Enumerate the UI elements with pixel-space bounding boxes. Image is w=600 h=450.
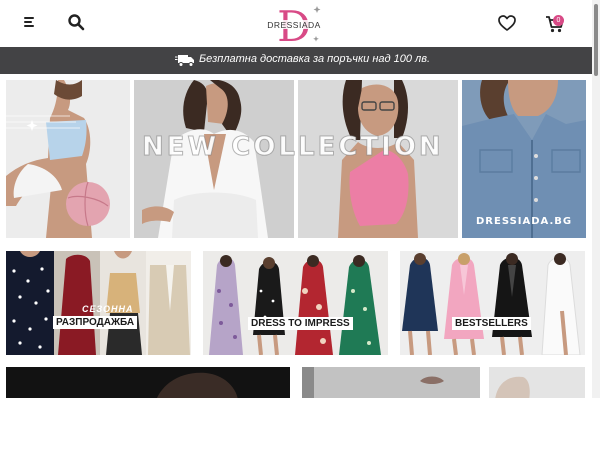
- bestsellers-banner-image: [400, 251, 585, 355]
- free-shipping-bar: Безплатна доставка за поръчки над 100 лв…: [0, 47, 592, 74]
- cart-count-badge: 0: [553, 15, 564, 26]
- sale-label: РАЗПРОДАЖБА: [53, 316, 138, 329]
- logo-text: DRESSIADA: [267, 20, 321, 30]
- bestsellers-label: BESTSELLERS: [452, 317, 531, 330]
- dress-to-impress-banner-image: [203, 251, 388, 355]
- hero-photo-4: [462, 80, 586, 238]
- category-tile-2[interactable]: [302, 367, 480, 400]
- search-icon[interactable]: [67, 13, 85, 31]
- hero-photo-1: [6, 80, 130, 238]
- site-header: D DRESSIADA 0: [0, 0, 592, 51]
- dress-to-impress-label: DRESS TO IMPRESS: [248, 317, 353, 330]
- logo-mark: D DRESSIADA: [267, 2, 321, 51]
- promo-banner-sale[interactable]: СЕЗОННА РАЗПРОДАЖБА: [6, 251, 191, 355]
- hero-site-name: DRESSIADA.BG: [476, 216, 573, 227]
- blank-area: [0, 398, 600, 450]
- sale-banner-image: [6, 251, 191, 355]
- sale-subtitle: СЕЗОННА: [82, 304, 134, 314]
- delivery-truck-icon: [175, 55, 194, 67]
- hero-title: NEW COLLECTION: [142, 132, 444, 163]
- scrollbar-thumb[interactable]: [594, 4, 598, 76]
- promo-banner-bestsellers[interactable]: BESTSELLERS: [400, 251, 585, 355]
- category-tile-1[interactable]: [6, 367, 290, 400]
- vertical-scrollbar[interactable]: [592, 0, 600, 398]
- category-tile-3[interactable]: [489, 367, 585, 400]
- site-logo[interactable]: D DRESSIADA: [262, 2, 326, 51]
- promo-banner-dress-to-impress[interactable]: DRESS TO IMPRESS: [203, 251, 388, 355]
- page: D DRESSIADA 0 Безплатна доставка: [0, 0, 600, 450]
- heart-icon[interactable]: [497, 13, 517, 33]
- free-shipping-text: Безплатна доставка за поръчки над 100 лв…: [199, 53, 431, 65]
- hero-banner[interactable]: NEW COLLECTION DRESSIADA.BG: [6, 80, 586, 238]
- hamburger-menu-icon[interactable]: [21, 14, 37, 30]
